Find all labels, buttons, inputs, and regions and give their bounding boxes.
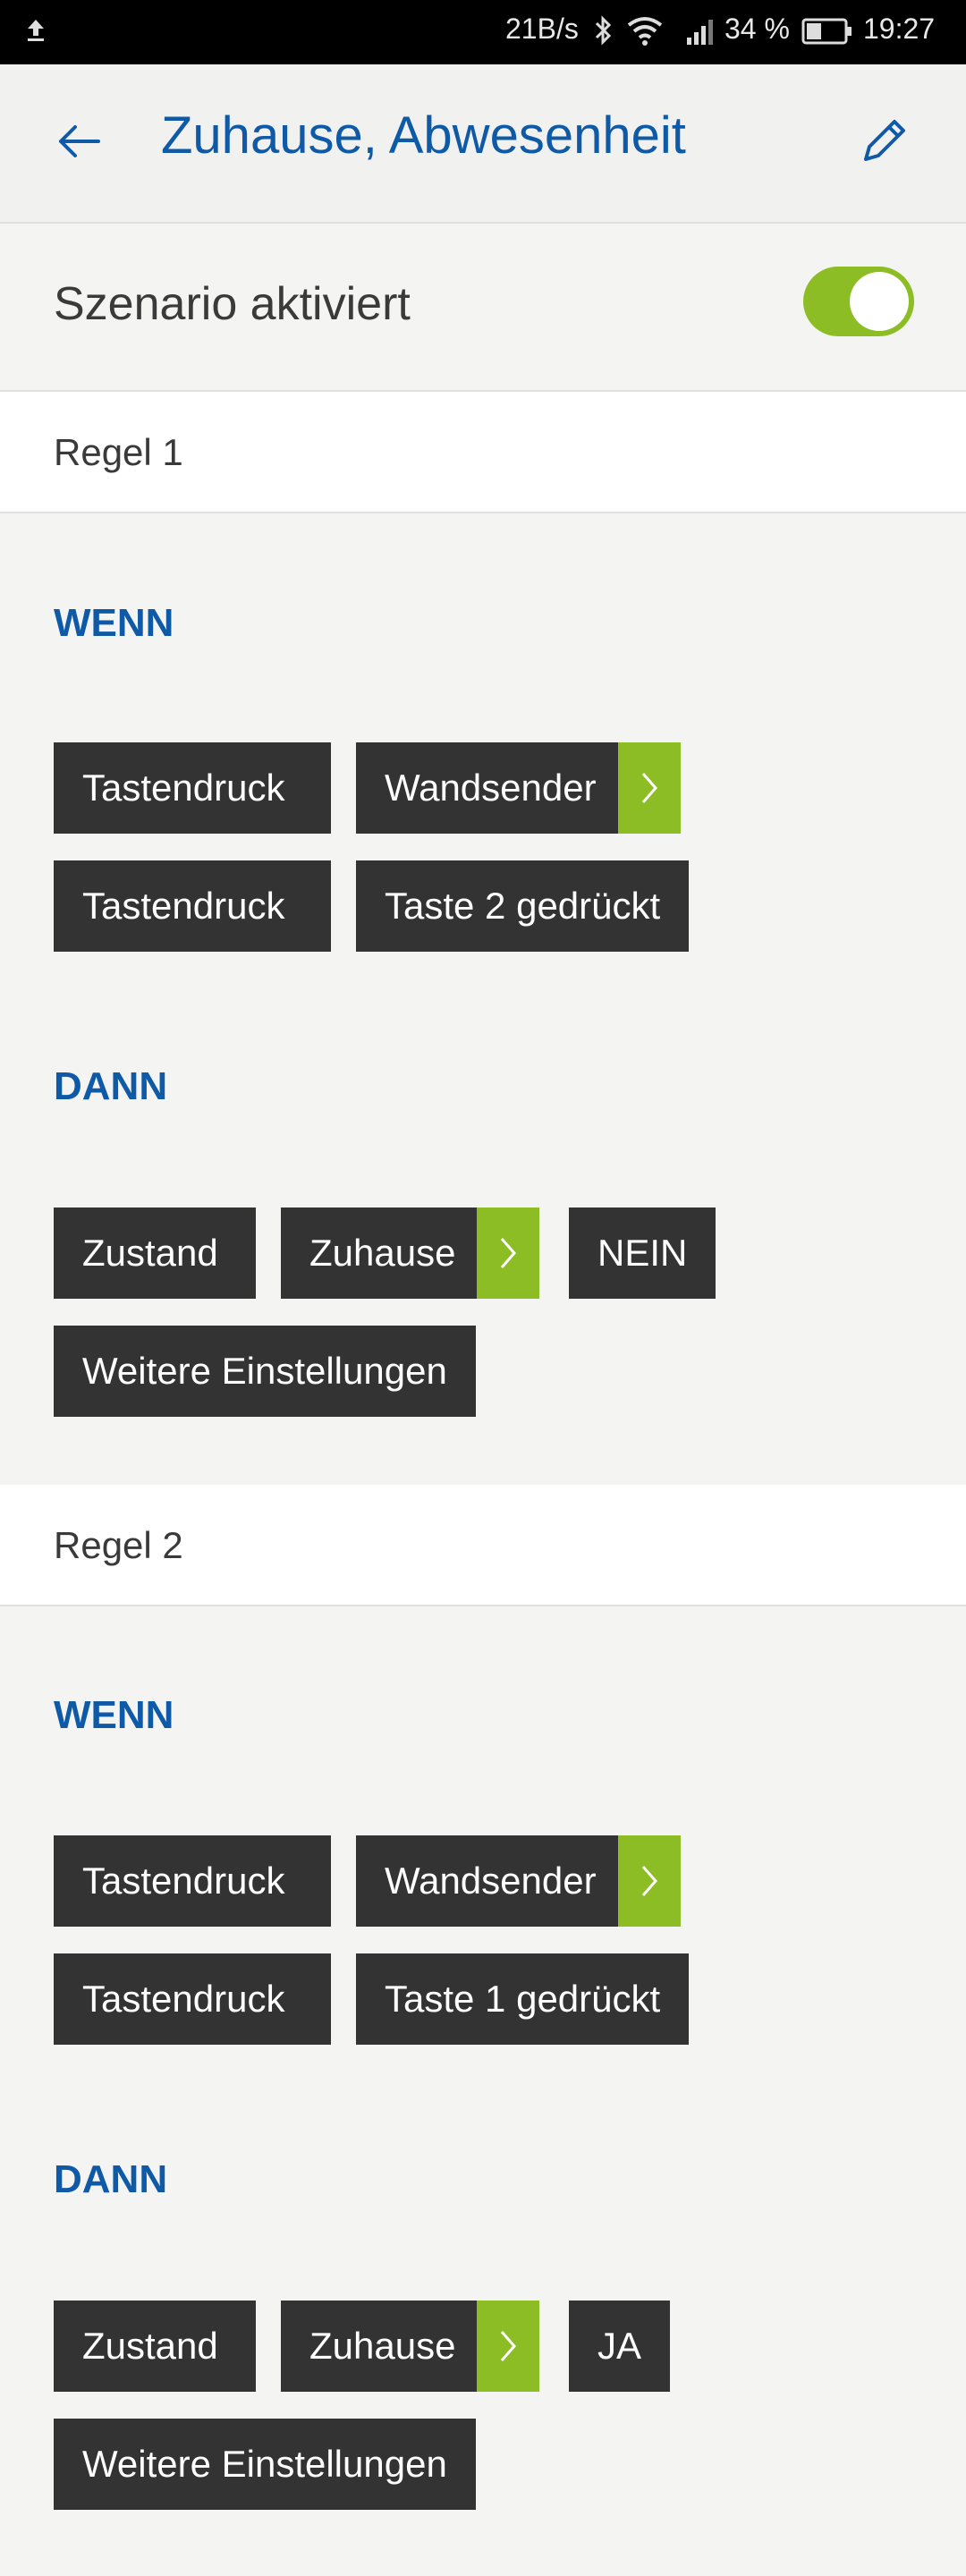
chip-label: Zustand [82, 1232, 218, 1274]
rule-1-action-target-chip[interactable]: Zuhause [281, 1208, 540, 1299]
rule-1-action-type-chip[interactable]: Zustand [54, 1208, 256, 1299]
back-arrow-icon[interactable] [54, 116, 104, 171]
scenario-active-row: Szenario aktiviert [0, 224, 966, 392]
rule-1-action-value-chip[interactable]: NEIN [569, 1208, 716, 1299]
bluetooth-icon [594, 14, 614, 51]
rule-2-label: Regel 2 [54, 1524, 183, 1566]
chip-label: Tastendruck [82, 1978, 285, 2020]
chip-label: Tastendruck [82, 1860, 285, 1902]
pencil-edit-icon[interactable] [859, 113, 912, 171]
wifi-icon [626, 16, 664, 51]
rule-2-then-label: DANN [54, 2157, 168, 2201]
scenario-active-label: Szenario aktiviert [54, 278, 411, 330]
chevron-right-icon[interactable] [617, 1835, 681, 1927]
chip-label: Weitere Einstellungen [82, 2443, 447, 2485]
rule-2-trigger-type-chip[interactable]: Tastendruck [54, 1835, 331, 1927]
chip-label: Zustand [82, 2325, 218, 2367]
chip-label: NEIN [597, 1232, 688, 1274]
rule-1-then-label: DANN [54, 1064, 168, 1108]
rule-2-trigger-device-chip[interactable]: Wandsender [356, 1835, 681, 1927]
app-bar: Zuhause, Abwesenheit [0, 64, 966, 224]
network-speed: 21B/s [505, 13, 579, 45]
chevron-right-icon[interactable] [477, 1208, 540, 1299]
battery-icon [801, 18, 853, 49]
rule-1-trigger-key-chip[interactable]: Taste 2 gedrückt [356, 860, 690, 952]
chip-label: Zuhause [309, 2325, 456, 2367]
rule-1-if-label: WENN [54, 601, 174, 645]
rule-2-more-settings-button[interactable]: Weitere Einstellungen [54, 2419, 476, 2510]
signal-icon [685, 16, 717, 51]
rule-1-trigger-type-chip[interactable]: Tastendruck [54, 742, 331, 834]
battery-percent: 34 % [724, 13, 790, 45]
chip-label: Weitere Einstellungen [82, 1350, 447, 1392]
chip-label: Tastendruck [82, 767, 285, 809]
upload-icon [25, 18, 47, 47]
page-title: Zuhause, Abwesenheit [161, 106, 686, 165]
rule-1-label: Regel 1 [54, 431, 183, 473]
rule-1-trigger-device-chip[interactable]: Wandsender [356, 742, 681, 834]
toggle-knob [850, 272, 909, 331]
rule-2-trigger-type-chip-2[interactable]: Tastendruck [54, 1953, 331, 2045]
rule-2-action-value-chip[interactable]: JA [569, 2301, 671, 2392]
chevron-right-icon[interactable] [617, 742, 681, 834]
chip-label: Taste 1 gedrückt [385, 1978, 661, 2020]
chevron-right-icon[interactable] [477, 2301, 540, 2392]
rule-2-action-type-chip[interactable]: Zustand [54, 2301, 256, 2392]
rule-2-header[interactable]: Regel 2 [0, 1485, 966, 1606]
rule-2-if-label: WENN [54, 1693, 174, 1737]
rule-1-more-settings-button[interactable]: Weitere Einstellungen [54, 1326, 476, 1417]
status-bar: 21B/s 34 % 19:27 [0, 0, 966, 64]
rule-1-header[interactable]: Regel 1 [0, 392, 966, 513]
chip-label: Zuhause [309, 1232, 456, 1274]
rule-2-action-target-chip[interactable]: Zuhause [281, 2301, 540, 2392]
rule-1-trigger-type-chip-2[interactable]: Tastendruck [54, 860, 331, 952]
chip-label: Wandsender [385, 767, 597, 809]
rule-2-trigger-key-chip[interactable]: Taste 1 gedrückt [356, 1953, 690, 2045]
clock: 19:27 [863, 13, 936, 45]
chip-label: Wandsender [385, 1860, 597, 1902]
chip-label: JA [597, 2325, 642, 2367]
chip-label: Taste 2 gedrückt [385, 885, 661, 927]
scenario-active-toggle[interactable] [803, 267, 914, 336]
chip-label: Tastendruck [82, 885, 285, 927]
